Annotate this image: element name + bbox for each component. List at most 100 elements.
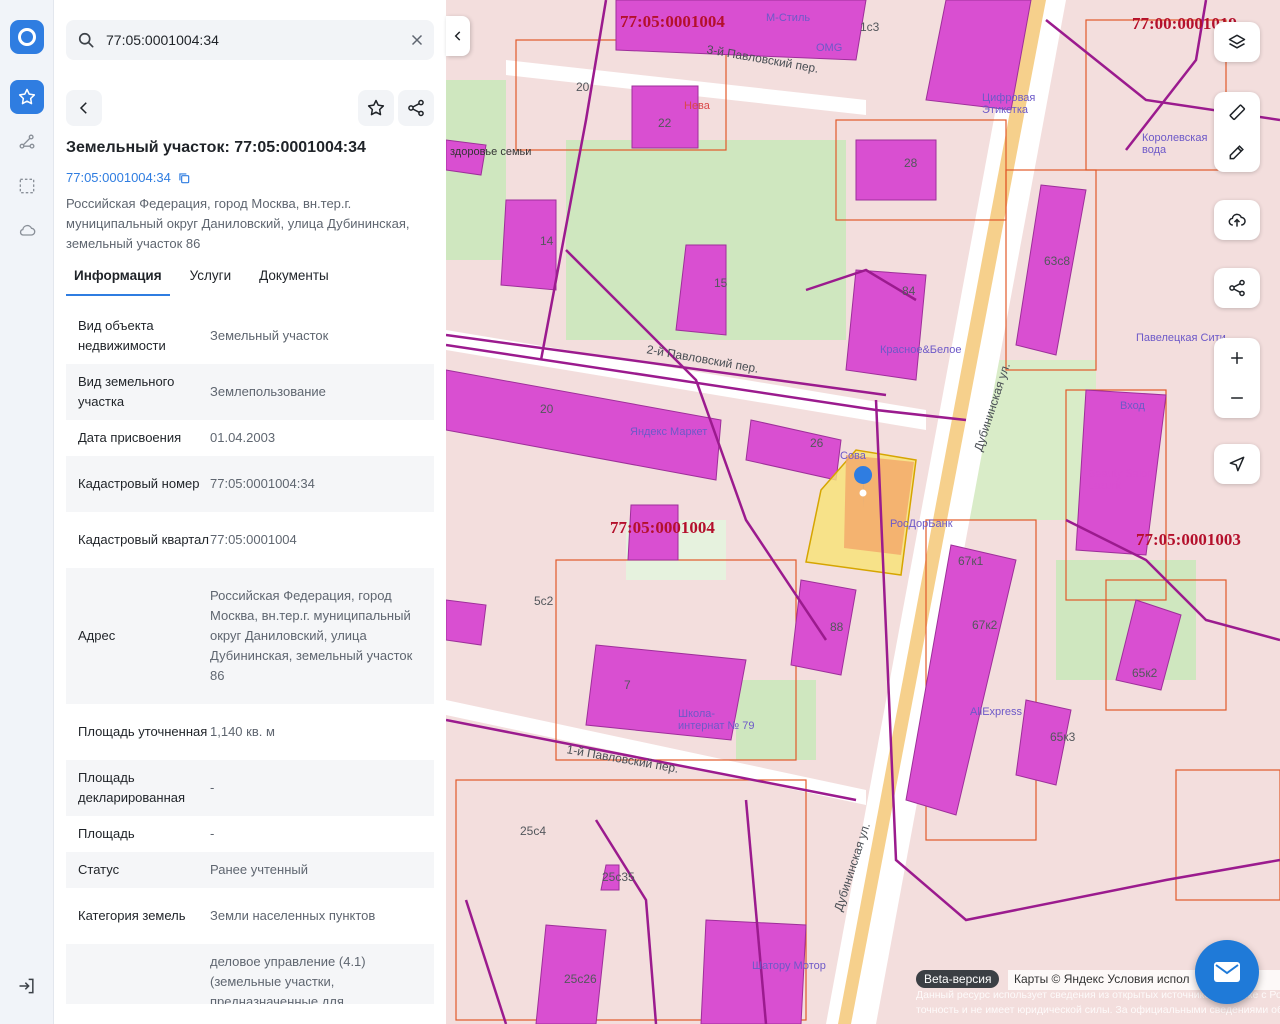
nodes-icon [19, 134, 35, 149]
table-row: Дата присвоения 01.04.2003 [66, 420, 434, 456]
row-key: Кадастровый квартал [78, 532, 209, 547]
table-row: Вид объекта недвижимости Земельный участо… [66, 308, 434, 364]
zoom-out-button[interactable] [1214, 378, 1260, 418]
row-value: Земли населенных пунктов [210, 908, 376, 923]
house-number: 25с26 [564, 972, 597, 986]
feedback-mail-button[interactable] [1195, 940, 1259, 1004]
favorite-button[interactable] [358, 90, 394, 126]
ruler-icon [1229, 104, 1246, 121]
tools-control [1214, 92, 1260, 172]
row-value: 77:05:0001004 [210, 532, 297, 547]
row-value: - [210, 826, 215, 841]
quarter-label: 77:05:0001004 [620, 12, 725, 31]
details-panel: Земельный участок: 77:05:0001004:34 77:0… [54, 0, 446, 1024]
row-key: Площадь декларированная [78, 770, 186, 805]
star-outline-icon [367, 99, 385, 116]
logout-button[interactable] [10, 969, 44, 1003]
plus-icon [1231, 352, 1243, 364]
table-row: Адрес Российская Федерация, город Москва,… [66, 568, 434, 704]
house-number: 20 [576, 80, 590, 94]
row-key: Площадь [78, 826, 135, 841]
poi-label: Нева [684, 100, 710, 112]
row-value: 1,140 кв. м [210, 724, 275, 739]
beta-badge: Beta-версия [916, 970, 1000, 988]
favorites-button[interactable] [10, 80, 44, 114]
table-row: Категория земель Земли населенных пунктов [66, 888, 434, 944]
ruler-button[interactable] [1214, 92, 1260, 132]
share-control [1214, 268, 1260, 308]
house-number: 22 [658, 116, 672, 130]
collapse-panel-button[interactable] [446, 16, 470, 56]
share-icon [1229, 279, 1245, 297]
row-value: Ранее учтенный [210, 862, 308, 877]
poi-label: OMG [816, 42, 843, 54]
minus-icon [1231, 397, 1243, 399]
cadastral-number-link[interactable]: 77:05:0001004:34 [66, 170, 191, 185]
row-key: Вид объекта недвижимости [78, 318, 166, 353]
routes-button[interactable] [10, 125, 44, 159]
poi-label: Вход [1120, 400, 1145, 412]
layers-control [1214, 22, 1260, 62]
house-number: 20 [540, 402, 554, 416]
poi-label: Beauty Salon Lazurit [1088, 468, 1154, 492]
edit-button[interactable] [1214, 132, 1260, 172]
row-value: 77:05:0001004:34 [210, 476, 315, 491]
poi-label: Цифровая Этикетка [982, 92, 1036, 116]
house-number: 67к1 [958, 554, 984, 568]
house-number: 65к2 [1132, 666, 1158, 680]
tab-documents[interactable]: Документы [251, 264, 337, 296]
row-key: Статус [78, 862, 120, 877]
row-value: Российская Федерация, город Москва, вн.т… [210, 588, 413, 683]
upload-button[interactable] [1214, 200, 1260, 240]
left-rail [0, 0, 54, 1024]
table-row: Площадь декларированная - [66, 760, 434, 816]
logo-mark-icon [18, 28, 36, 46]
house-number: 26 [810, 436, 824, 450]
row-key: Площадь уточненная [78, 724, 208, 739]
search-input[interactable] [106, 20, 396, 60]
map-share-button[interactable] [1214, 268, 1260, 308]
edit-icon [1229, 145, 1244, 160]
table-row: деловое управление (4.1) (земельные учас… [66, 944, 434, 1004]
table-row: Вид земельного участка Землепользование [66, 364, 434, 420]
share-icon [408, 99, 424, 117]
poi-label: Красное&Белое [880, 344, 962, 356]
info-table: Вид объекта недвижимости Земельный участо… [66, 308, 434, 1004]
row-key: Кадастровый номер [78, 476, 200, 491]
map-view[interactable]: 77:05:0001004 77:05:0001004 77:00:000101… [446, 0, 1280, 1024]
back-button[interactable] [66, 90, 102, 126]
house-number: 15 [714, 276, 728, 290]
cloud-button[interactable] [10, 213, 44, 247]
house-number: 65к3 [1050, 730, 1076, 744]
envelope-icon [1214, 962, 1240, 982]
copy-icon[interactable] [177, 171, 191, 185]
tab-services[interactable]: Услуги [182, 264, 240, 296]
star-icon [18, 88, 36, 105]
poi-label: здоровье семьи [450, 146, 532, 158]
app-logo[interactable] [10, 20, 44, 54]
poi-label: М-Стиль [766, 12, 811, 24]
table-row: Статус Ранее учтенный [66, 852, 434, 888]
search-box [66, 20, 434, 60]
house-number: 84 [902, 284, 916, 298]
poi-label: Школа-интернат № 79 [678, 708, 755, 732]
poi-label: Яндекс Маркет [630, 426, 708, 438]
zoom-control [1214, 338, 1260, 418]
row-key: Вид земельного участка [78, 374, 175, 409]
row-key: Дата присвоения [78, 430, 182, 445]
layers-icon [1228, 34, 1246, 49]
select-area-button[interactable] [10, 169, 44, 203]
tab-information[interactable]: Информация [66, 264, 170, 296]
search-icon [78, 32, 94, 48]
geolocation-button[interactable] [1214, 444, 1260, 484]
share-button[interactable] [398, 90, 434, 126]
zoom-in-button[interactable] [1214, 338, 1260, 378]
house-number: 63с8 [1044, 254, 1071, 268]
house-number: 5с2 [534, 594, 554, 608]
page-title: Земельный участок: 77:05:0001004:34 [66, 139, 366, 156]
cadastral-number-text: 77:05:0001004:34 [66, 170, 171, 185]
logout-icon [19, 978, 34, 994]
layers-button[interactable] [1214, 22, 1260, 62]
close-icon[interactable] [408, 31, 426, 49]
poi-label: Сова [840, 450, 866, 462]
